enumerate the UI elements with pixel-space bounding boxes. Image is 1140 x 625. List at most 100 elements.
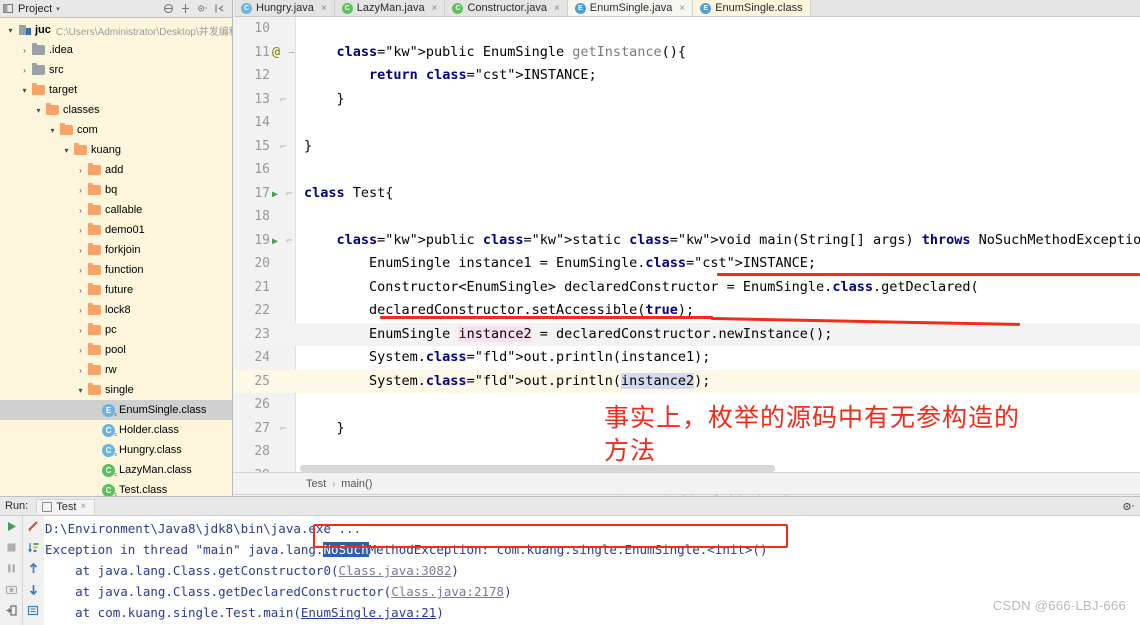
tree-node-future[interactable]: › future bbox=[0, 280, 232, 300]
close-icon[interactable]: × bbox=[554, 3, 560, 14]
chevron-right-icon[interactable]: › bbox=[74, 166, 87, 175]
tree-node-single[interactable]: ▾ single bbox=[0, 380, 232, 400]
stack-2-link[interactable]: Class.java:2178 bbox=[391, 584, 504, 599]
chevron-right-icon[interactable]: › bbox=[74, 206, 87, 215]
gear-icon[interactable] bbox=[197, 3, 208, 14]
close-icon[interactable]: × bbox=[679, 3, 685, 14]
code-line-10[interactable]: 10 bbox=[234, 17, 1140, 41]
chevron-down-icon[interactable]: ▾ bbox=[60, 146, 73, 155]
editor-tab-enumsingle-java[interactable]: E EnumSingle.java × bbox=[567, 0, 694, 16]
run-tab-test[interactable]: Test × bbox=[36, 498, 96, 514]
tree-node-bq[interactable]: › bq bbox=[0, 180, 232, 200]
code-line-16[interactable]: 16 bbox=[234, 158, 1140, 182]
sort-icon[interactable] bbox=[26, 540, 41, 555]
chevron-right-icon[interactable]: › bbox=[74, 246, 87, 255]
locate-icon[interactable] bbox=[180, 3, 191, 14]
chevron-down-icon[interactable]: ▾ bbox=[18, 86, 31, 95]
chevron-right-icon[interactable]: › bbox=[74, 346, 87, 355]
chevron-right-icon[interactable]: › bbox=[74, 326, 87, 335]
chevron-right-icon[interactable]: › bbox=[74, 226, 87, 235]
code-line-20[interactable]: 20 EnumSingle instance1 = EnumSingle.cla… bbox=[234, 252, 1140, 276]
tree-node-holder-class[interactable]: ·CcHolder.class bbox=[0, 420, 232, 440]
project-panel-title[interactable]: Project ▾ bbox=[18, 3, 60, 15]
tree-node-classes[interactable]: ▾ classes bbox=[0, 100, 232, 120]
breadcrumb-item-method[interactable]: main() bbox=[341, 478, 372, 490]
run-gutter-icon[interactable]: ▶ ⌐ bbox=[272, 182, 296, 207]
tree-node-lazyman-class[interactable]: ·CcLazyMan.class bbox=[0, 460, 232, 480]
chevron-down-icon[interactable]: ▾ bbox=[32, 106, 45, 115]
code-line-24[interactable]: 24 System.class="fld">out.println(instan… bbox=[234, 346, 1140, 370]
tree-node-com[interactable]: ▾ com bbox=[0, 120, 232, 140]
code-fold-icon[interactable]: ⌐ bbox=[280, 93, 287, 106]
camera-icon[interactable] bbox=[4, 582, 19, 597]
project-view-icon[interactable] bbox=[3, 3, 14, 14]
tree-node-test-class[interactable]: ·CcTest.class bbox=[0, 480, 232, 496]
code-fold-icon[interactable]: ⌐ bbox=[280, 422, 287, 435]
code-line-13[interactable]: 13 ⌐ } bbox=[234, 88, 1140, 112]
editor-tab-constructor-java[interactable]: C Constructor.java × bbox=[445, 0, 568, 16]
code-fold-icon[interactable]: − bbox=[288, 46, 295, 59]
tree-node-kuang[interactable]: ▾ kuang bbox=[0, 140, 232, 160]
close-icon[interactable]: × bbox=[80, 501, 86, 512]
up-arrow-icon[interactable] bbox=[26, 561, 41, 576]
pause-icon[interactable] bbox=[4, 561, 19, 576]
tree-node-rw[interactable]: › rw bbox=[0, 360, 232, 380]
chevron-right-icon[interactable]: › bbox=[74, 186, 87, 195]
code-line-23[interactable]: 23 EnumSingle instance2 = declaredConstr… bbox=[234, 322, 1140, 346]
exit-icon[interactable] bbox=[4, 603, 19, 618]
editor-tab-hungry-java[interactable]: C Hungry.java × bbox=[234, 0, 335, 16]
tree-node-enumsingle-class[interactable]: ·EcEnumSingle.class bbox=[0, 400, 232, 420]
code-line-18[interactable]: 18 bbox=[234, 205, 1140, 229]
rerun-icon[interactable] bbox=[4, 519, 19, 534]
chevron-down-icon[interactable]: ▾ bbox=[74, 386, 87, 395]
code-line-19[interactable]: 19 ▶ ⌐ class="kw">public class="kw">static… bbox=[234, 229, 1140, 253]
chevron-down-icon[interactable]: ▾ bbox=[46, 126, 59, 135]
tree-node-forkjoin[interactable]: › forkjoin bbox=[0, 240, 232, 260]
code-line-14[interactable]: 14 bbox=[234, 111, 1140, 135]
tree-node-demo01[interactable]: › demo01 bbox=[0, 220, 232, 240]
code-fold-icon[interactable]: ⌐ bbox=[280, 140, 287, 153]
close-icon[interactable]: × bbox=[432, 3, 438, 14]
stack-1-link[interactable]: Class.java:3082 bbox=[339, 563, 452, 578]
code-line-25[interactable]: 25 System.class="fld">out.println(instan… bbox=[234, 369, 1140, 393]
code-fold-icon[interactable]: ⌐ bbox=[286, 234, 293, 247]
tree-node-pool[interactable]: › pool bbox=[0, 340, 232, 360]
code-line-17[interactable]: 17 ▶ ⌐ class Test{ bbox=[234, 182, 1140, 206]
stop-icon[interactable] bbox=[4, 540, 19, 555]
code-line-12[interactable]: 12 return class="cst">INSTANCE; bbox=[234, 64, 1140, 88]
run-gutter-icon[interactable]: ▶ ⌐ bbox=[272, 229, 296, 254]
chevron-down-icon[interactable]: ▾ bbox=[4, 26, 17, 35]
editor-tab-enumsingle-class[interactable]: E EnumSingle.class bbox=[693, 0, 811, 16]
code-line-21[interactable]: 21 Constructor<EnumSingle> declaredConst… bbox=[234, 276, 1140, 300]
down-arrow-icon[interactable] bbox=[26, 582, 41, 597]
chevron-right-icon[interactable]: › bbox=[74, 366, 87, 375]
breadcrumb-item-class[interactable]: Test bbox=[306, 478, 326, 490]
editor-tab-bar[interactable]: C Hungry.java × C LazyMan.java × C Constructor.… bbox=[234, 0, 1140, 17]
chevron-right-icon[interactable]: › bbox=[74, 306, 87, 315]
tree-node-src[interactable]: › src bbox=[0, 60, 232, 80]
run-settings-icon[interactable] bbox=[1122, 501, 1135, 512]
code-fold-icon[interactable]: ⌐ bbox=[286, 187, 293, 200]
chevron-right-icon[interactable]: › bbox=[18, 46, 31, 55]
tree-node-add[interactable]: › add bbox=[0, 160, 232, 180]
code-line-11[interactable]: 11 @ − class="kw">public EnumSingle getIns… bbox=[234, 41, 1140, 65]
tree-node-function[interactable]: › function bbox=[0, 260, 232, 280]
tree-node-juc[interactable]: ▾ juc C:\Users\Administrator\Desktop\并发编程 bbox=[0, 20, 232, 40]
annotation-gutter-icon[interactable]: @ − bbox=[272, 41, 296, 65]
chevron-right-icon[interactable]: › bbox=[18, 66, 31, 75]
stack-3-link[interactable]: EnumSingle.java:21 bbox=[301, 605, 436, 620]
tree-node-target[interactable]: ▾ target bbox=[0, 80, 232, 100]
code-line-15[interactable]: 15 ⌐} bbox=[234, 135, 1140, 159]
close-icon[interactable]: × bbox=[321, 3, 327, 14]
chevron-right-icon[interactable]: › bbox=[74, 286, 87, 295]
tree-node-hungry-class[interactable]: ·CcHungry.class bbox=[0, 440, 232, 460]
hide-panel-icon[interactable] bbox=[214, 3, 225, 14]
print-icon[interactable] bbox=[26, 603, 41, 618]
project-tree[interactable]: ▾ juc C:\Users\Administrator\Desktop\并发编程 ›… bbox=[0, 18, 232, 496]
tree-node-pc[interactable]: › pc bbox=[0, 320, 232, 340]
chevron-right-icon[interactable]: › bbox=[74, 266, 87, 275]
tree-node-lock8[interactable]: › lock8 bbox=[0, 300, 232, 320]
tree-node-callable[interactable]: › callable bbox=[0, 200, 232, 220]
code-line-22[interactable]: 22 declaredConstructor.setAccessible(tru… bbox=[234, 299, 1140, 323]
collapse-all-icon[interactable] bbox=[163, 3, 174, 14]
